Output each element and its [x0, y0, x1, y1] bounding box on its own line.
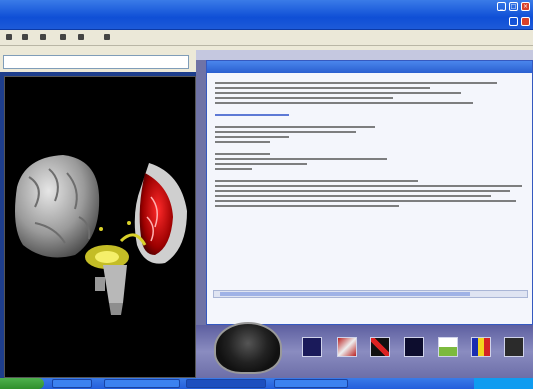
close-doc-icon[interactable]: [521, 17, 530, 26]
taskbar-button-active[interactable]: [186, 379, 266, 388]
maximize-icon[interactable]: □: [509, 2, 518, 11]
close-icon[interactable]: ×: [521, 2, 530, 11]
address-field[interactable]: [3, 55, 189, 69]
minimize-icon[interactable]: _: [497, 2, 506, 11]
system-tray: [474, 378, 533, 389]
menu-item[interactable]: [6, 34, 12, 40]
menu-item[interactable]: [104, 34, 110, 40]
menu-item[interactable]: [40, 34, 46, 40]
panel-header: [196, 50, 533, 60]
help-dialog: [206, 60, 533, 325]
taskbar-button[interactable]: [104, 379, 180, 388]
color-map-icon[interactable]: [438, 337, 458, 357]
window-titlebar[interactable]: _ □ ×: [0, 0, 533, 30]
menu-item[interactable]: [60, 34, 66, 40]
menu-item[interactable]: [22, 34, 28, 40]
start-button[interactable]: [0, 378, 44, 389]
link[interactable]: [215, 114, 522, 116]
dialog-title[interactable]: [207, 61, 532, 73]
text-block: [215, 153, 522, 170]
taskbar-button[interactable]: [274, 379, 348, 388]
pointer-tool-icon[interactable]: [302, 337, 322, 357]
scrollbar-thumb[interactable]: [220, 292, 470, 296]
menu-item[interactable]: [78, 34, 84, 40]
color-scale-icon[interactable]: [337, 337, 357, 357]
flag-palette-icon[interactable]: [471, 337, 491, 357]
text-block: [215, 126, 522, 143]
text-block: [215, 82, 522, 104]
taskbar-button[interactable]: [52, 379, 92, 388]
dark-view-icon[interactable]: [404, 337, 424, 357]
text-block: [215, 180, 522, 207]
navigation-dial[interactable]: [214, 322, 282, 374]
horizontal-scrollbar[interactable]: [213, 290, 528, 298]
3d-viewport[interactable]: [4, 76, 196, 378]
figure-icon[interactable]: [504, 337, 524, 357]
dialog-text: [215, 79, 522, 294]
menu-bar: [0, 30, 533, 46]
restore-icon[interactable]: [509, 17, 518, 26]
slice-tool-icon[interactable]: [370, 337, 390, 357]
brain-model-render: [15, 155, 187, 315]
desktop: _ □ ×: [0, 0, 533, 389]
